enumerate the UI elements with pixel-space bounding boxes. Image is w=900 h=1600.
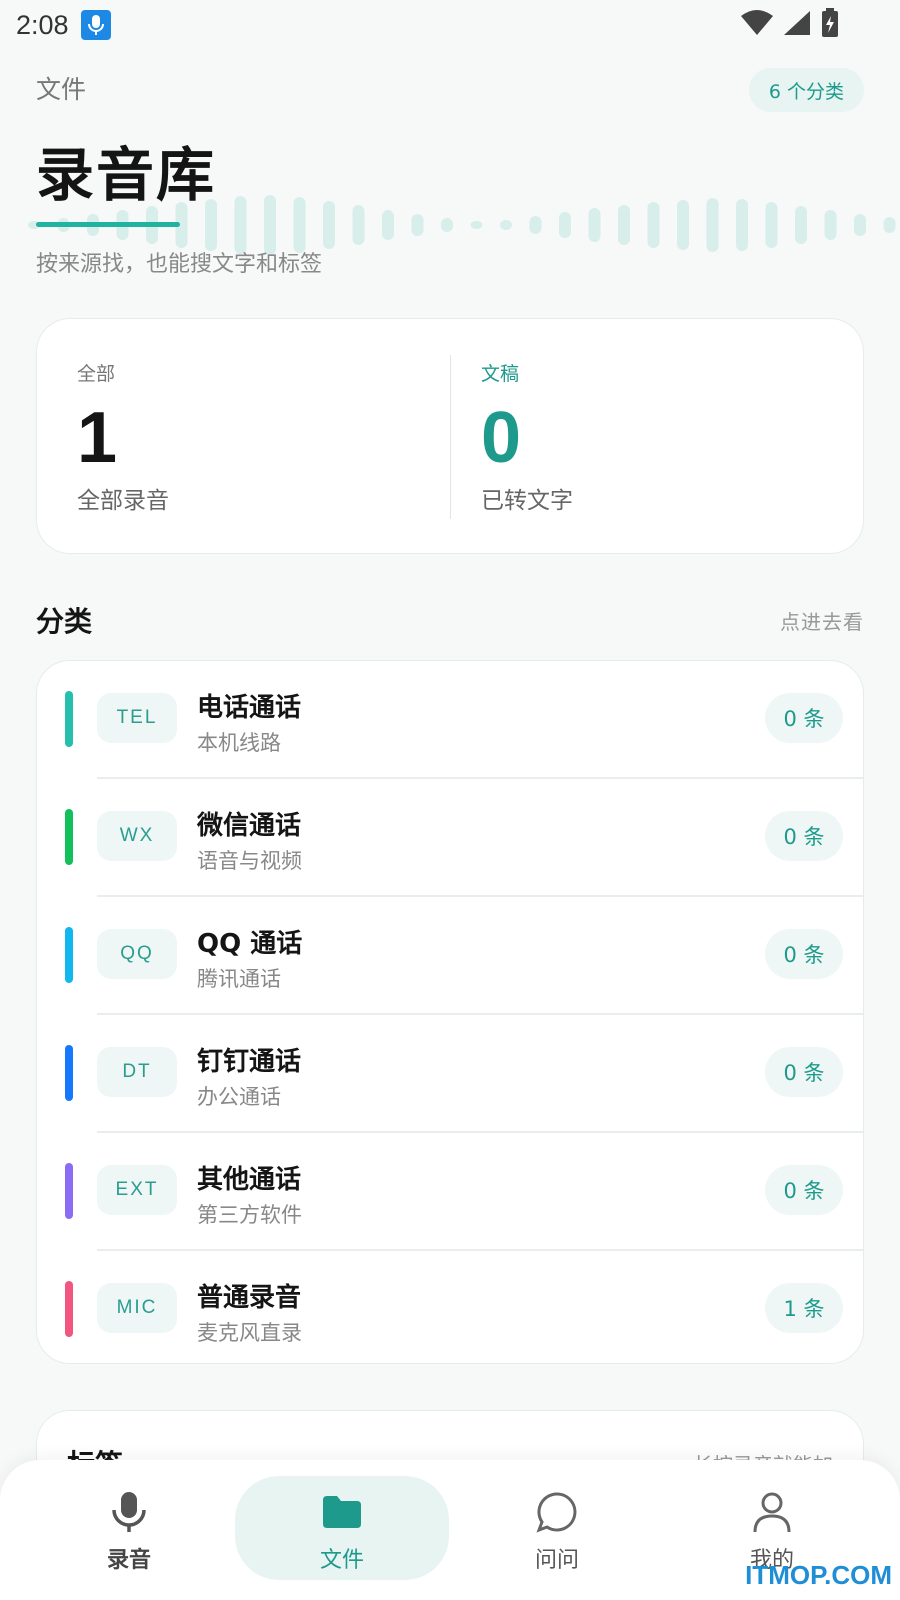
waveform-bar <box>883 217 896 233</box>
category-name: QQ 通话 <box>197 929 303 959</box>
status-bar: 2:08 <box>0 0 900 50</box>
category-code: QQ <box>97 929 177 979</box>
category-subtitle: 第三方软件 <box>197 1203 302 1227</box>
tab-record[interactable]: 录音 <box>22 1476 236 1580</box>
summary-card: 全部 1 全部录音 文稿 0 已转文字 <box>36 318 864 554</box>
summary-all-label: 全部 <box>77 363 116 385</box>
waveform-bar <box>677 200 689 250</box>
category-code: MIC <box>97 1283 177 1333</box>
waveform-bar <box>647 202 660 248</box>
category-count: 0 条 <box>765 811 843 861</box>
waveform-bar <box>441 218 453 232</box>
category-list: TEL 电话通话 本机线路 0 条 WX 微信通话 语音与视频 0 条 QQ Q… <box>36 660 864 1364</box>
waveform-bar <box>323 201 335 249</box>
title-underline <box>36 222 180 227</box>
waveform-bar <box>382 210 394 240</box>
category-count: 0 条 <box>765 1165 843 1215</box>
category-count: 0 条 <box>765 929 843 979</box>
person-icon <box>750 1490 794 1534</box>
category-code: TEL <box>97 693 177 743</box>
breadcrumb: 文件 <box>36 75 87 104</box>
category-count: 1 条 <box>765 1283 843 1333</box>
category-subtitle: 本机线路 <box>197 731 281 755</box>
category-subtitle: 麦克风直录 <box>197 1321 302 1345</box>
category-name: 钉钉通话 <box>197 1047 302 1077</box>
category-color-stripe <box>65 1163 73 1219</box>
waveform-bar <box>470 221 483 229</box>
tab-label: 文件 <box>319 1548 364 1573</box>
category-code: WX <box>97 811 177 861</box>
waveform-bar <box>352 205 365 245</box>
category-code: DT <box>97 1047 177 1097</box>
tab-label: 问问 <box>534 1548 579 1573</box>
waveform-bar <box>529 216 542 234</box>
category-code: EXT <box>97 1165 177 1215</box>
tab-files[interactable]: 文件 <box>235 1476 449 1580</box>
categories-section-title: 分类 <box>36 605 93 638</box>
waveform-bar <box>618 205 630 245</box>
folder-icon <box>320 1490 364 1534</box>
category-name: 电话通话 <box>197 693 302 723</box>
waveform-bar <box>765 202 778 248</box>
waveform-bar <box>293 197 306 253</box>
summary-transcripts-value: 0 <box>481 398 522 478</box>
category-row-qq[interactable]: QQ QQ 通话 腾讯通话 0 条 <box>37 897 863 1015</box>
category-count-badge: 6 个分类 <box>748 68 864 112</box>
category-row-mic[interactable]: MIC 普通录音 麦克风直录 1 条 <box>37 1251 863 1363</box>
summary-transcripts-desc: 已转文字 <box>481 488 573 514</box>
category-color-stripe <box>65 1281 73 1337</box>
waveform-bar <box>736 199 748 251</box>
waveform-bar <box>706 198 719 252</box>
category-count: 0 条 <box>765 1047 843 1097</box>
waveform-bar <box>824 210 837 240</box>
microphone-icon <box>80 10 111 40</box>
summary-all-value: 1 <box>77 398 118 478</box>
category-color-stripe <box>65 809 73 865</box>
category-color-stripe <box>65 1045 73 1101</box>
category-count: 0 条 <box>765 693 843 743</box>
wifi-icon <box>740 9 774 41</box>
category-subtitle: 语音与视频 <box>197 849 302 873</box>
category-name: 普通录音 <box>197 1283 302 1313</box>
category-subtitle: 腾讯通话 <box>197 967 281 991</box>
category-row-ext[interactable]: EXT 其他通话 第三方软件 0 条 <box>37 1133 863 1251</box>
category-color-stripe <box>65 927 73 983</box>
tab-ask[interactable]: 问问 <box>450 1476 664 1580</box>
waveform-bar <box>559 212 571 238</box>
category-row-dt[interactable]: DT 钉钉通话 办公通话 0 条 <box>37 1015 863 1133</box>
categories-section-hint: 点进去看 <box>780 610 864 634</box>
summary-divider <box>450 355 451 519</box>
category-row-wx[interactable]: WX 微信通话 语音与视频 0 条 <box>37 779 863 897</box>
chat-bubble-icon <box>535 1490 579 1534</box>
summary-all-desc: 全部录音 <box>77 488 169 514</box>
page-subtitle: 按来源找，也能搜文字和标签 <box>36 252 323 277</box>
page-title: 录音库 <box>36 141 217 209</box>
waveform-bar <box>588 208 601 242</box>
battery-icon <box>820 8 840 42</box>
waveform-bar <box>500 220 512 230</box>
category-name: 微信通话 <box>197 811 302 841</box>
category-row-tel[interactable]: TEL 电话通话 本机线路 0 条 <box>37 661 863 779</box>
category-subtitle: 办公通话 <box>197 1085 281 1109</box>
waveform-bar <box>854 214 866 236</box>
watermark-text: ITMOP.COM <box>745 1560 892 1590</box>
category-color-stripe <box>65 691 73 747</box>
waveform-bar <box>411 214 424 236</box>
microphone-icon <box>107 1490 151 1534</box>
category-name: 其他通话 <box>197 1165 302 1195</box>
waveform-bar <box>795 206 807 244</box>
signal-icon <box>782 9 812 41</box>
summary-transcripts-label: 文稿 <box>481 363 520 385</box>
status-time: 2:08 <box>16 9 69 40</box>
tab-label: 录音 <box>106 1548 151 1573</box>
